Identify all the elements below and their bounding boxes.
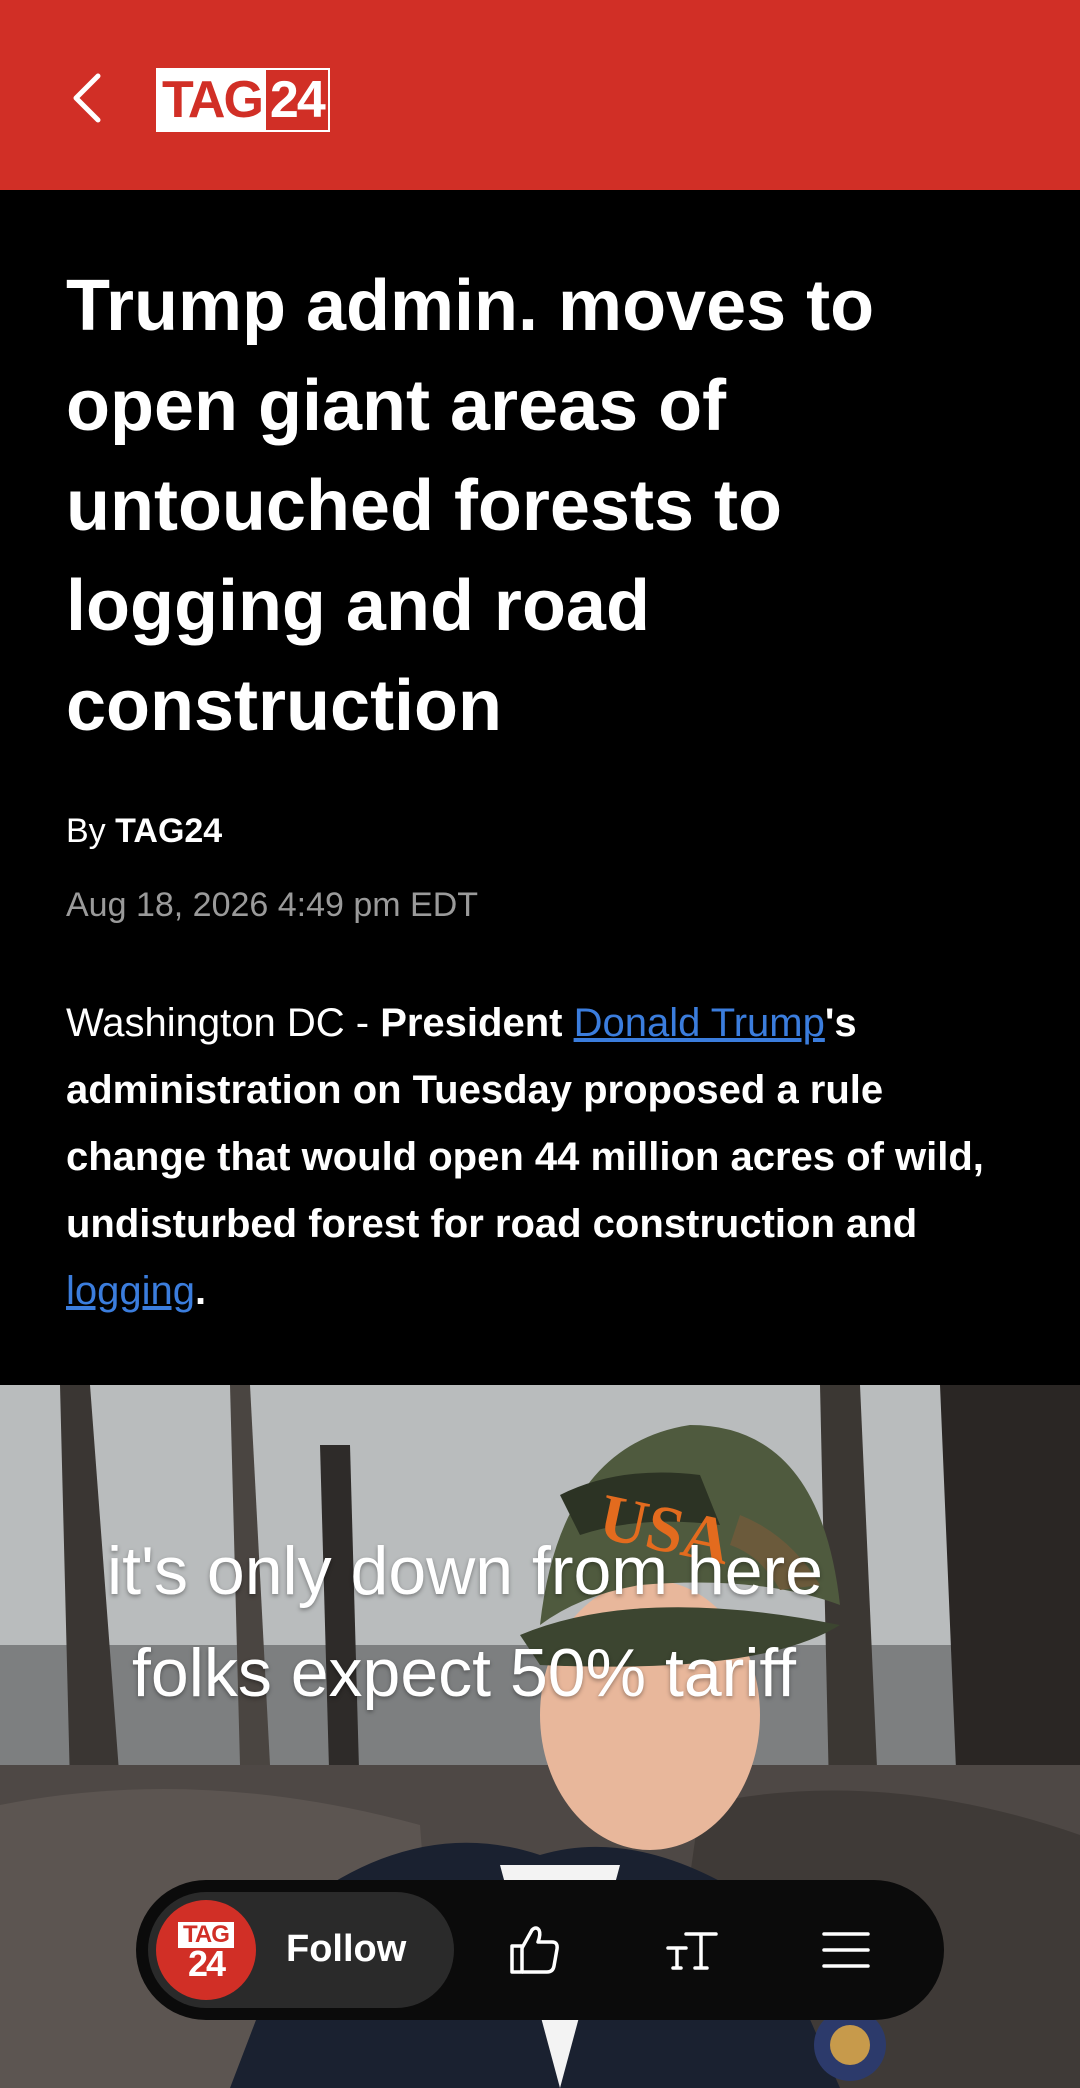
menu-button[interactable]: [816, 1920, 876, 1980]
bottom-action-bar: TAG 24 Follow: [136, 1880, 944, 2020]
article-headline: Trump admin. moves to open giant areas o…: [66, 266, 875, 746]
publish-date: Aug 18, 2026 4:49 pm EDT: [66, 886, 479, 924]
back-button[interactable]: [64, 68, 108, 128]
like-button[interactable]: [504, 1920, 564, 1980]
follow-button[interactable]: TAG 24 Follow: [148, 1892, 454, 2008]
byline-prefix: By: [66, 812, 106, 850]
link-logging[interactable]: logging: [66, 1269, 195, 1313]
text-size-button[interactable]: [662, 1920, 722, 1980]
chevron-left-icon: [73, 73, 101, 123]
top-app-bar: TAG 24: [0, 0, 1080, 190]
meme-caption: it's only down from here folks expect 50…: [0, 1520, 1080, 1724]
follow-label: Follow: [286, 1928, 407, 1970]
article-lead-paragraph: Washington DC - President Donald Trump's…: [66, 990, 1026, 1325]
tag24-logo[interactable]: TAG 24: [156, 68, 330, 132]
logo-text-24: 24: [265, 70, 328, 130]
thumbs-up-icon: [510, 1926, 559, 1974]
logo-text-tag: TAG: [158, 70, 266, 130]
hamburger-menu-icon: [822, 1932, 870, 1968]
caption-line-2: folks expect 50% tariff: [132, 1635, 796, 1711]
byline: By TAG24: [66, 812, 222, 851]
tag24-avatar: TAG 24: [156, 1900, 256, 2000]
lead-period: .: [195, 1269, 207, 1313]
lead-dateline: Washington DC -: [66, 1001, 381, 1045]
article-header: Trump admin. moves to open giant areas o…: [0, 190, 1080, 1385]
text-size-icon: [666, 1932, 718, 1970]
link-donald-trump[interactable]: Donald Trump: [574, 1001, 825, 1045]
caption-line-1: it's only down from here: [107, 1533, 823, 1609]
avatar-text-24: 24: [187, 1943, 226, 1984]
lead-bold-1: President: [380, 1001, 574, 1045]
byline-author[interactable]: TAG24: [115, 812, 222, 850]
